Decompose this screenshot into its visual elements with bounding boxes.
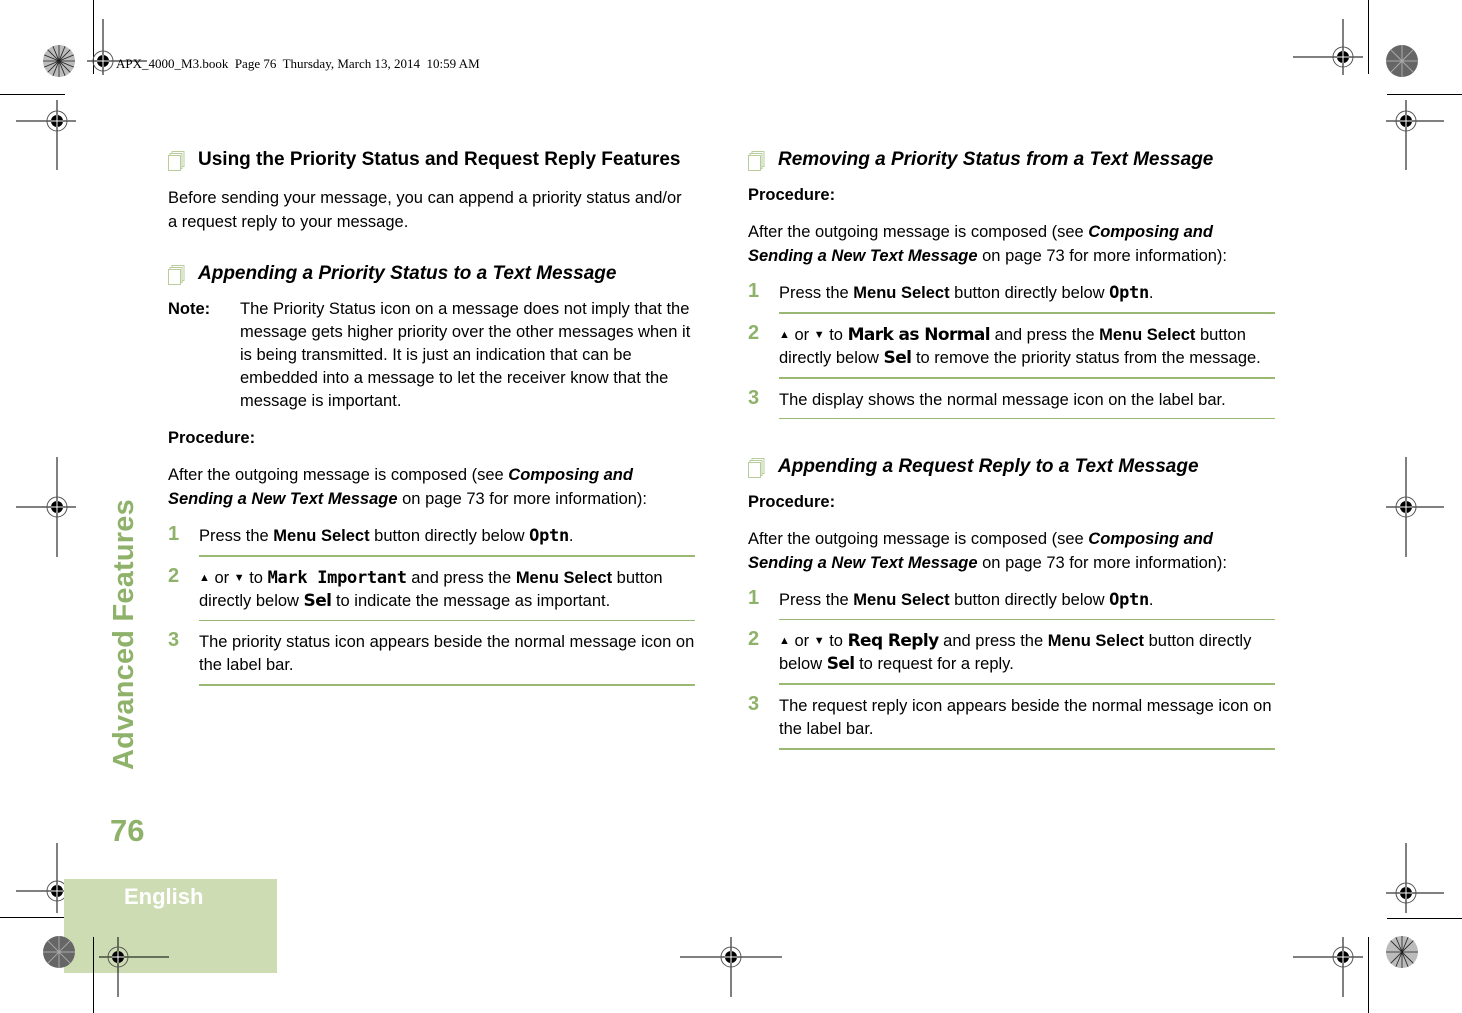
step-divider [199,683,695,686]
crosshair-icon [1293,937,1363,997]
crosshair-icon [680,937,782,997]
document-stack-icon [748,151,765,171]
up-arrow-icon: ▲ [779,634,790,647]
crosshair-icon [1386,100,1444,170]
down-arrow-icon: ▼ [813,634,825,647]
step-divider [779,418,1275,419]
procedure-step: 1 Press the Menu Select button directly … [748,280,1275,314]
up-arrow-icon: ▲ [199,571,210,584]
document-stack-icon [168,265,185,285]
crosshair-icon [1386,843,1444,913]
color-bar-starburst-icon [1386,936,1418,968]
document-stack-icon [748,458,765,478]
color-bar-starburst-icon [43,936,75,968]
step-divider [199,554,695,557]
procedure-label: Procedure: [168,429,256,447]
crosshair-icon [99,937,169,997]
color-bar-starburst-icon [43,45,75,77]
language-tab: English [64,879,277,973]
procedure-step: 3 The display shows the normal message i… [748,386,1275,419]
note-label: Note: [168,300,211,318]
down-arrow-icon: ▼ [813,328,825,341]
subsection-heading: Removing a Priority Status from a Text M… [748,148,1275,172]
step-number: 1 [168,523,180,545]
language-label: English [124,884,204,909]
procedure-step: 2 ▲ or ▼ to Mark Important and press the… [168,564,695,621]
note-block: Note: The Priority Status icon on a mess… [168,298,695,413]
procedure-intro: After the outgoing message is composed (… [748,223,1228,265]
procedure-intro: After the outgoing message is composed (… [748,530,1228,572]
procedure-step: 2 ▲ or ▼ to Mark as Normal and press the… [748,321,1275,379]
book-header: APX_4000_M3.book Page 76 Thursday, March… [116,56,480,71]
note-text: The Priority Status icon on a message do… [240,300,691,410]
step-divider [779,618,1275,620]
left-column: Using the Priority Status and Request Re… [168,148,695,686]
down-arrow-icon: ▼ [233,571,245,584]
right-column: Removing a Priority Status from a Text M… [748,148,1275,750]
procedure-step: 2 ▲ or ▼ to Req Reply and press the Menu… [748,627,1275,685]
subsection-heading: Appending a Priority Status to a Text Me… [168,262,695,286]
intro-paragraph: Before sending your message, you can app… [168,189,682,231]
step-divider [779,747,1275,750]
crosshair-icon [16,100,76,170]
step-number: 1 [748,587,760,609]
crosshair-icon [1293,19,1363,75]
step-number: 3 [168,628,180,651]
page-number: 76 [110,813,145,848]
document-stack-icon [168,151,185,171]
step-divider [779,682,1275,685]
procedure-label: Procedure: [748,186,836,204]
section-heading: Using the Priority Status and Request Re… [168,148,695,172]
step-divider [779,376,1275,379]
step-number: 2 [168,564,180,587]
subsection-heading: Appending a Request Reply to a Text Mess… [748,455,1275,479]
procedure-step: 3 The request reply icon appears beside … [748,692,1275,750]
side-chapter-title: Advanced Features [108,499,140,770]
procedure-label: Procedure: [748,493,836,511]
step-number: 2 [748,627,760,650]
crosshair-icon [1386,457,1444,557]
step-number: 2 [748,321,760,344]
procedure-intro: After the outgoing message is composed (… [168,466,648,508]
step-number: 1 [748,280,760,302]
crosshair-icon [16,457,76,557]
color-bar-starburst-icon [1386,45,1418,77]
procedure-step: 1 Press the Menu Select button directly … [168,523,695,557]
crop-mark [93,937,94,1013]
step-divider [779,311,1275,314]
step-number: 3 [748,386,760,409]
up-arrow-icon: ▲ [779,328,790,341]
step-number: 3 [748,692,760,715]
procedure-step: 1 Press the Menu Select button directly … [748,587,1275,620]
step-divider [199,619,695,621]
procedure-step: 3 The priority status icon appears besid… [168,628,695,686]
